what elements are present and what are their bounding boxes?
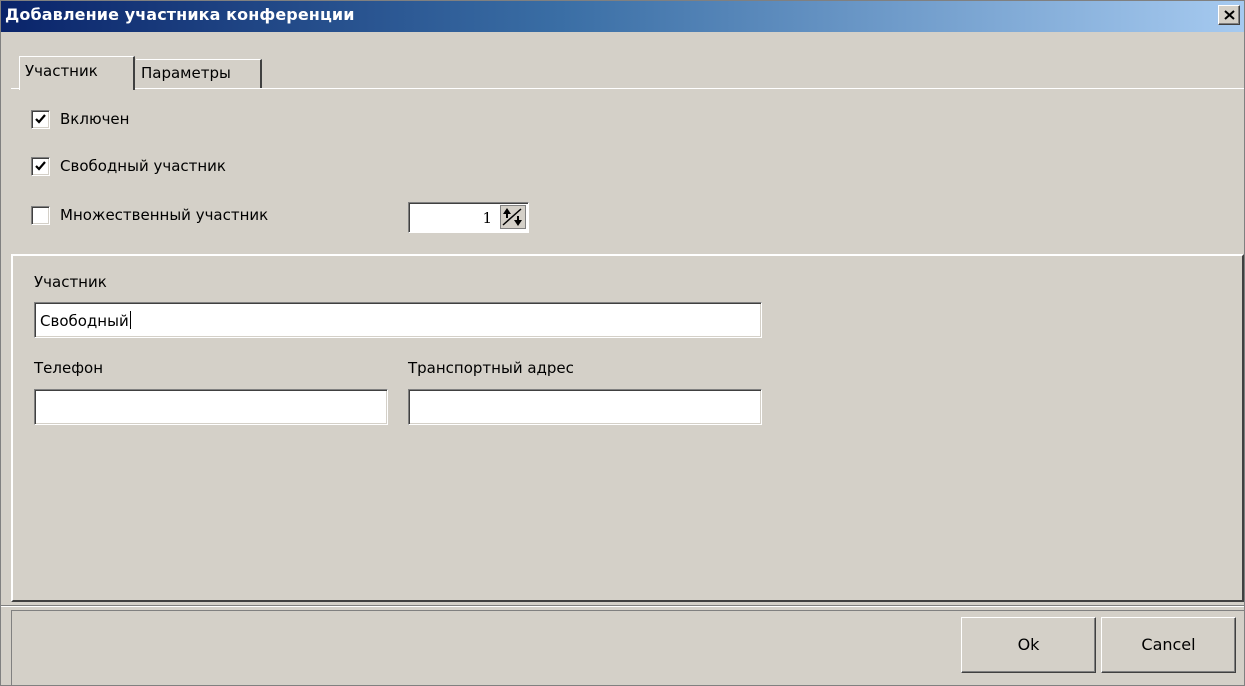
tab-strip-border — [11, 88, 1244, 89]
cancel-button[interactable]: Cancel — [1101, 617, 1236, 673]
tab-participant[interactable]: Участник — [19, 56, 135, 90]
window-title: Добавление участника конференции — [5, 5, 355, 24]
phone-input[interactable] — [34, 389, 388, 425]
participant-input[interactable]: Свободный — [34, 302, 762, 338]
multiple-participant-checkbox[interactable] — [31, 206, 50, 225]
free-participant-checkbox[interactable] — [31, 157, 50, 176]
participant-value: Свободный — [40, 312, 129, 330]
free-participant-label[interactable]: Свободный участник — [60, 157, 226, 175]
dialog-window: Добавление участника конференции Участни… — [0, 0, 1245, 686]
multiple-participant-label[interactable]: Множественный участник — [60, 206, 268, 224]
checkmark-icon — [35, 114, 46, 124]
enabled-label[interactable]: Включен — [60, 110, 129, 128]
text-caret — [129, 311, 131, 329]
tab-parameters[interactable]: Параметры — [136, 59, 262, 89]
close-icon — [1224, 10, 1235, 20]
transport-address-label: Транспортный адрес — [408, 359, 574, 377]
separator-highlight — [1, 606, 1244, 607]
participant-label: Участник — [34, 273, 107, 291]
checkmark-icon — [35, 161, 46, 171]
close-button[interactable] — [1218, 5, 1240, 25]
tab-participant-label: Участник — [25, 62, 98, 80]
spin-arrows-icon[interactable] — [500, 205, 526, 229]
title-bar[interactable]: Добавление участника конференции — [1, 1, 1244, 32]
ok-button[interactable]: Ok — [961, 617, 1096, 673]
tab-parameters-label: Параметры — [141, 64, 231, 82]
count-value[interactable]: 1 — [482, 209, 492, 227]
transport-address-input[interactable] — [408, 389, 762, 425]
phone-label: Телефон — [34, 359, 104, 377]
count-spinner[interactable]: 1 — [408, 202, 529, 233]
enabled-checkbox[interactable] — [31, 110, 50, 129]
